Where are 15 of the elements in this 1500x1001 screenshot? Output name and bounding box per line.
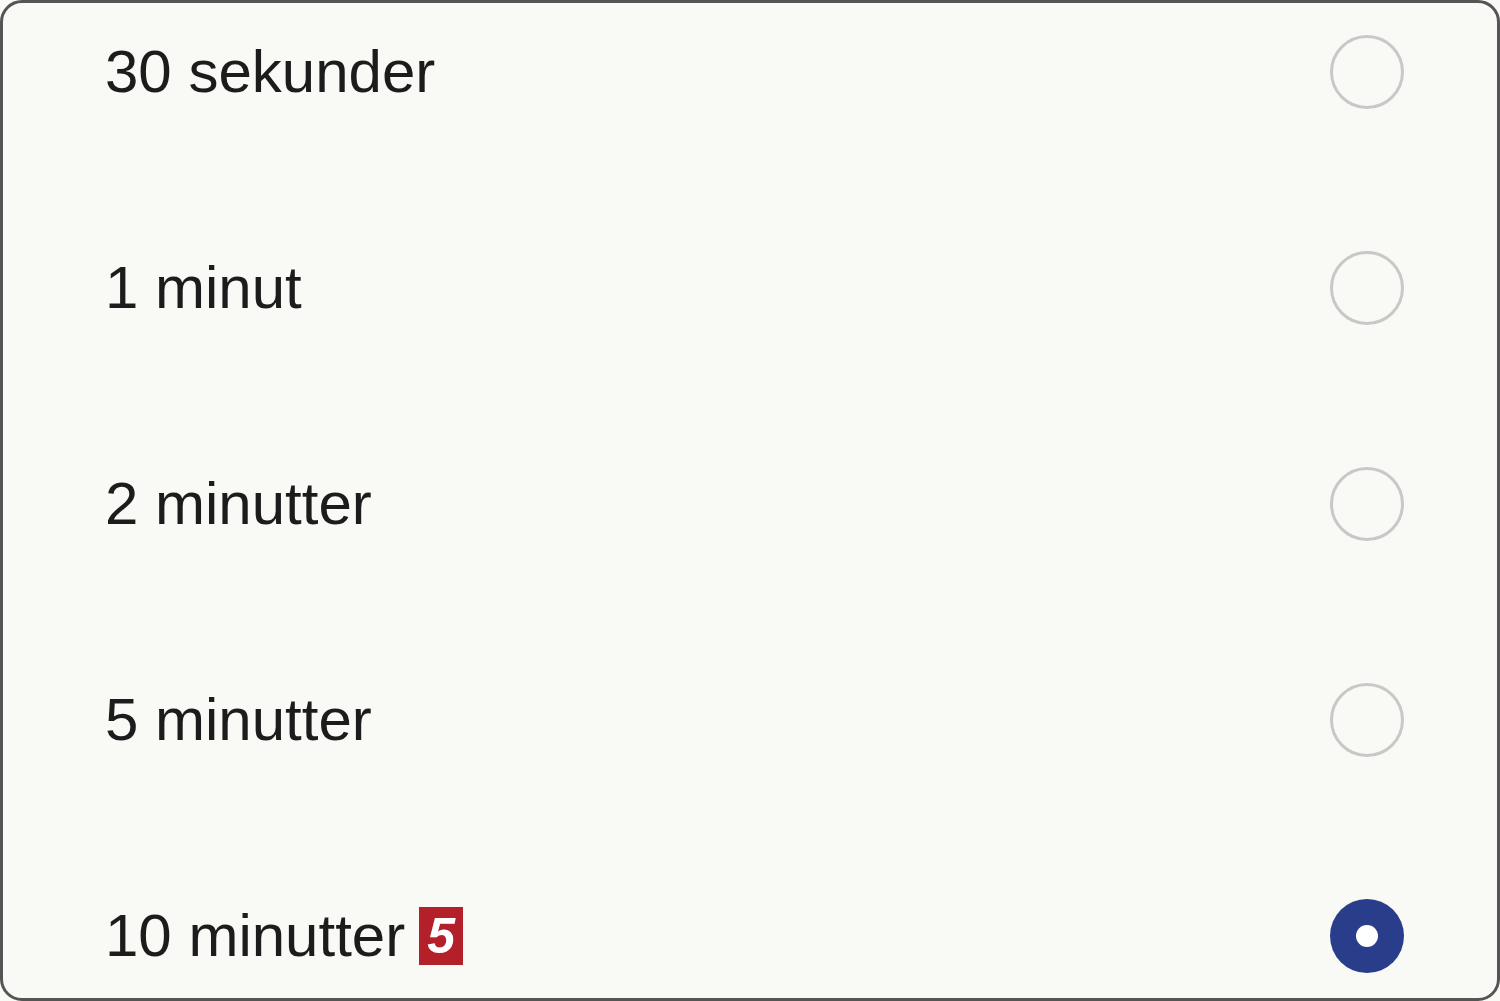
- option-row[interactable]: 1 minut: [3, 180, 1497, 396]
- radio-button[interactable]: [1330, 683, 1404, 757]
- step-badge: 5: [419, 907, 463, 965]
- option-row[interactable]: 2 minutter: [3, 396, 1497, 612]
- radio-button[interactable]: [1330, 251, 1404, 325]
- option-label: 2 minutter: [105, 474, 372, 534]
- option-label: 10 minutter: [105, 906, 406, 966]
- radio-button[interactable]: [1330, 467, 1404, 541]
- option-row[interactable]: 5 minutter: [3, 612, 1497, 828]
- radio-button[interactable]: [1330, 35, 1404, 109]
- option-label: 30 sekunder: [105, 42, 436, 102]
- option-label: 1 minut: [105, 258, 302, 318]
- option-label: 5 minutter: [105, 690, 372, 750]
- option-row[interactable]: 30 sekunder: [3, 3, 1497, 180]
- option-row[interactable]: 10 minutter 5: [3, 828, 1497, 998]
